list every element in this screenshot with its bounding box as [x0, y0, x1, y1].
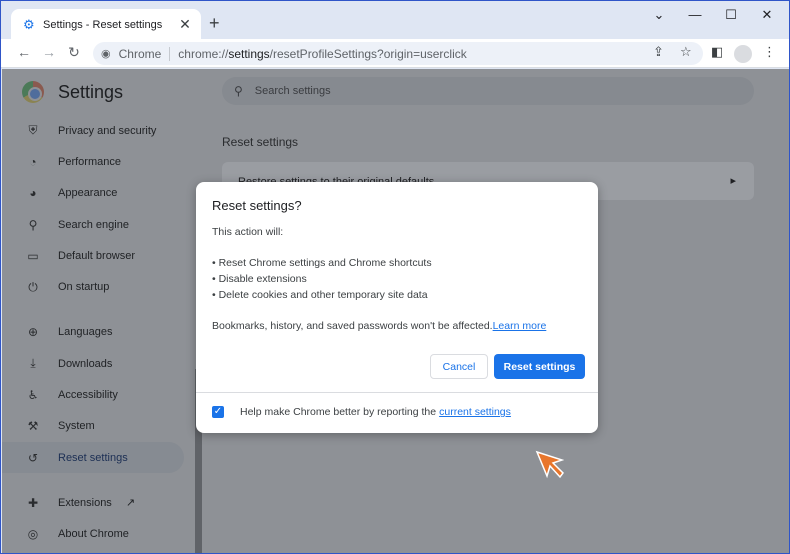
- sidebar-item-on-startup[interactable]: ⏻ On startup: [2, 271, 202, 302]
- menu-kebab-icon[interactable]: ⋮: [763, 44, 776, 60]
- shield-icon: ⛨: [28, 123, 38, 138]
- report-checkbox[interactable]: ✓: [212, 406, 224, 418]
- search-input[interactable]: ⚲ Search settings: [222, 77, 754, 105]
- url-text: chrome://settings/resetProfileSettings?o…: [178, 46, 467, 61]
- sidebar-item-label: Appearance: [58, 187, 118, 200]
- sidebar-item-label: Accessibility: [58, 389, 118, 402]
- chrome-icon: ◎: [27, 527, 39, 542]
- download-icon: ⤓: [30, 356, 36, 371]
- page-content: Settings ⛨ Privacy and security ◔ Performan…: [2, 69, 789, 553]
- puzzle-icon: ✚: [27, 495, 39, 510]
- browser-window: ⚙ Settings - Reset settings ✕ + ⌄ — ☐ ✕ …: [0, 0, 790, 554]
- bookmark-star-icon[interactable]: ☆: [680, 44, 692, 60]
- sidebar-item-label: System: [58, 420, 95, 433]
- sidebar-item-about-chrome[interactable]: ◎ About Chrome: [2, 519, 202, 550]
- nav-separator: [2, 473, 202, 487]
- dialog-bullet: • Delete cookies and other temporary sit…: [212, 289, 428, 301]
- sidebar-item-system[interactable]: ⚒ System: [2, 411, 202, 442]
- dialog-title: Reset settings?: [212, 198, 302, 213]
- forward-arrow-icon[interactable]: →: [39, 44, 59, 60]
- sidebar-item-label: Default browser: [58, 249, 136, 262]
- sidebar-item-label: Performance: [58, 155, 121, 168]
- minimize-button[interactable]: —: [677, 7, 713, 22]
- wrench-icon: ⚒: [27, 419, 39, 434]
- reset-dialog: Reset settings? This action will: • Rese…: [196, 182, 598, 433]
- note-text: Bookmarks, history, and saved passwords …: [212, 320, 493, 332]
- sidebar-item-extensions[interactable]: ✚ Extensions ↗: [2, 487, 202, 518]
- sidebar-item-label: Reset settings: [58, 451, 128, 464]
- profile-avatar[interactable]: [734, 45, 752, 63]
- history-icon: ↺: [27, 450, 39, 465]
- sidebar-item-appearance[interactable]: ◕ Appearance: [2, 178, 202, 209]
- gear-icon: ⚙: [23, 16, 35, 32]
- sidebar-item-label: About Chrome: [58, 528, 129, 541]
- reset-settings-button[interactable]: Reset settings: [494, 354, 585, 379]
- settings-brand: Settings: [22, 81, 123, 103]
- dialog-bullet: • Reset Chrome settings and Chrome short…: [212, 257, 432, 269]
- back-arrow-icon[interactable]: ←: [14, 44, 34, 60]
- search-icon: ⚲: [28, 217, 38, 232]
- sidebar-item-performance[interactable]: ◔ Performance: [2, 146, 202, 177]
- dialog-intro: This action will:: [212, 226, 284, 238]
- cancel-button[interactable]: Cancel: [430, 354, 488, 379]
- share-icon[interactable]: ⇪: [653, 44, 664, 60]
- search-icon: ⚲: [234, 84, 243, 98]
- side-panel-icon[interactable]: ◧: [711, 44, 723, 60]
- settings-sidebar: Settings ⛨ Privacy and security ◔ Performan…: [2, 69, 202, 553]
- reload-icon[interactable]: ↻: [64, 44, 84, 61]
- search-placeholder: Search settings: [254, 85, 331, 97]
- sidebar-item-languages[interactable]: ⊕ Languages: [2, 317, 202, 348]
- maximize-button[interactable]: ☐: [713, 7, 749, 23]
- speedometer-icon: ◔: [29, 154, 37, 169]
- toolbar: ← → ↻ ◉ Chrome chrome://settings/resetPr…: [1, 39, 789, 68]
- dialog-body: This action will: • Reset Chrome setting…: [212, 226, 582, 332]
- sidebar-item-search-engine[interactable]: ⚲ Search engine: [2, 209, 202, 240]
- learn-more-link[interactable]: Learn more: [493, 320, 547, 332]
- page-title: Settings: [58, 81, 124, 102]
- divider: [196, 392, 598, 393]
- sidebar-item-label: Extensions: [58, 496, 112, 509]
- dialog-note: Bookmarks, history, and saved passwords …: [212, 320, 582, 332]
- section-title: Reset settings: [222, 135, 299, 149]
- accessibility-icon: ♿: [27, 388, 39, 403]
- globe-icon: ⊕: [27, 325, 39, 340]
- sidebar-item-default-browser[interactable]: ▭ Default browser: [2, 240, 202, 271]
- tab-title: Settings - Reset settings: [43, 18, 163, 31]
- sidebar-item-reset-settings[interactable]: ↺ Reset settings: [2, 441, 184, 474]
- tab-search-icon[interactable]: ⌄: [641, 7, 677, 23]
- chevron-right-icon: ▸: [730, 175, 736, 187]
- sidebar-nav: ⛨ Privacy and security ◔ Performance ◕ Appear…: [2, 115, 202, 550]
- sidebar-item-label: On startup: [58, 281, 110, 294]
- sidebar-item-downloads[interactable]: ⤓ Downloads: [2, 348, 202, 379]
- site-chip: Chrome: [119, 46, 171, 61]
- chrome-logo-icon: [22, 81, 44, 103]
- current-settings-link[interactable]: current settings: [439, 406, 511, 418]
- tab-strip: ⚙ Settings - Reset settings ✕ + ⌄ — ☐ ✕: [1, 1, 789, 40]
- palette-icon: ◕: [29, 186, 37, 201]
- external-link-icon: ↗: [125, 497, 136, 510]
- chrome-site-icon: ◉: [101, 48, 111, 60]
- dialog-footer: ✓ Help make Chrome better by reporting t…: [212, 406, 511, 418]
- browser-icon: ▭: [27, 248, 39, 263]
- sidebar-item-label: Languages: [58, 326, 113, 339]
- footer-text: Help make Chrome better by reporting the: [240, 406, 437, 418]
- close-tab-icon[interactable]: ✕: [175, 16, 195, 33]
- sidebar-item-label: Privacy and security: [58, 124, 157, 137]
- new-tab-button[interactable]: +: [209, 13, 220, 34]
- nav-separator: [2, 303, 202, 317]
- pointer-cursor-icon: [535, 450, 564, 479]
- power-icon: ⏻: [28, 279, 38, 294]
- sidebar-item-label: Search engine: [58, 218, 129, 231]
- sidebar-item-privacy-and-security[interactable]: ⛨ Privacy and security: [2, 115, 202, 146]
- sidebar-item-label: Downloads: [58, 357, 113, 370]
- sidebar-item-accessibility[interactable]: ♿ Accessibility: [2, 379, 202, 410]
- close-window-button[interactable]: ✕: [749, 7, 785, 23]
- tab-settings[interactable]: ⚙ Settings - Reset settings ✕: [11, 9, 201, 40]
- address-bar[interactable]: ◉ Chrome chrome://settings/resetProfileS…: [93, 42, 703, 65]
- dialog-bullet: • Disable extensions: [212, 273, 307, 285]
